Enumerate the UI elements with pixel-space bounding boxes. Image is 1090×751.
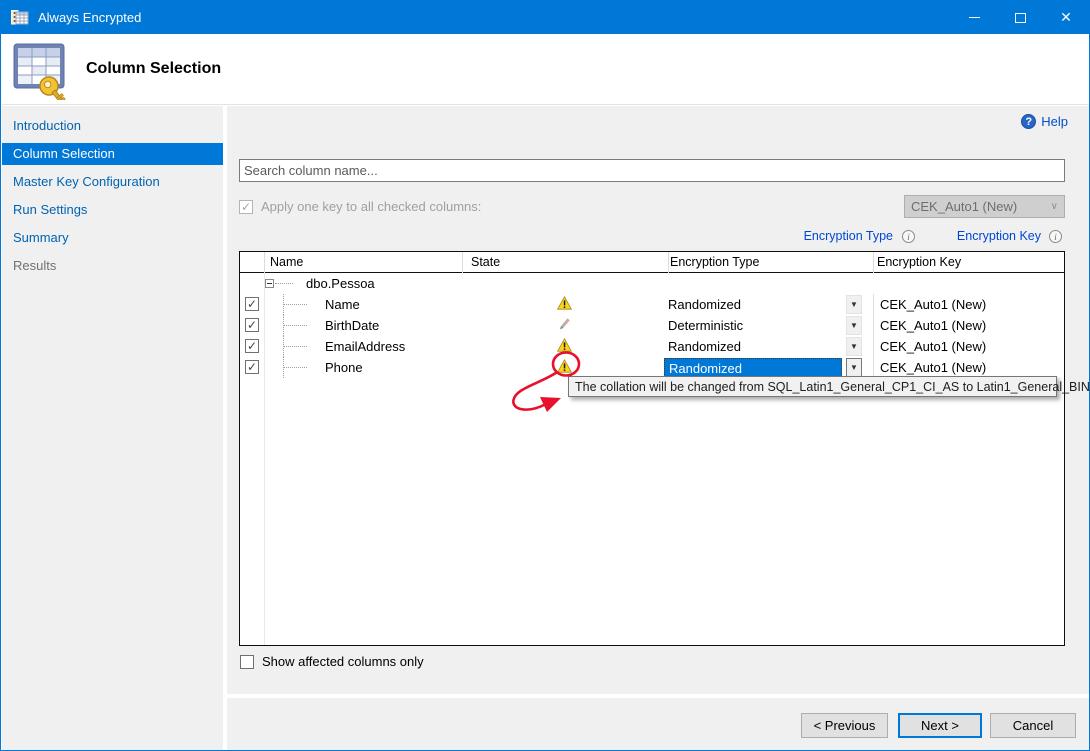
sidebar-item-master-key-configuration[interactable]: Master Key Configuration — [2, 171, 223, 193]
minimize-button[interactable] — [951, 1, 997, 34]
sidebar-item-results: Results — [2, 255, 223, 277]
show-affected-label: Show affected columns only — [262, 654, 424, 669]
row-checkbox[interactable]: ✓ — [245, 318, 259, 332]
encryption-type-value-selected[interactable]: Randomized — [664, 358, 842, 377]
encryption-key-value: CEK_Auto1 (New) — [880, 339, 986, 354]
sidebar-item-run-settings[interactable]: Run Settings — [2, 199, 223, 221]
encryption-key-link[interactable]: Encryption Key — [957, 229, 1041, 243]
encryption-type-dropdown-button[interactable]: ▼ — [846, 358, 862, 377]
previous-button[interactable]: < Previous — [801, 713, 888, 738]
help-label: Help — [1041, 114, 1068, 129]
header-encryption-key: Encryption Key — [877, 255, 961, 269]
always-encrypted-wizard-window: Always Encrypted ✕ Column Selec — [0, 0, 1090, 751]
sidebar-item-introduction[interactable]: Introduction — [2, 115, 223, 137]
sidebar-item-column-selection[interactable]: Column Selection — [2, 143, 223, 165]
close-button[interactable]: ✕ — [1043, 1, 1089, 34]
columns-table: Name State Encryption Type Encryption Ke… — [239, 251, 1065, 646]
show-affected-checkbox[interactable] — [240, 655, 254, 669]
page-title: Column Selection — [86, 60, 221, 78]
column-name: Name — [325, 297, 360, 312]
maximize-button[interactable] — [997, 1, 1043, 34]
column-name: EmailAddress — [325, 339, 405, 354]
apply-key-value: CEK_Auto1 (New) — [911, 199, 1017, 214]
table-key-icon — [11, 40, 69, 100]
encryption-type-dropdown-button[interactable]: ▼ — [846, 316, 862, 335]
always-encrypted-app-icon — [11, 10, 29, 26]
column-name: BirthDate — [325, 318, 379, 333]
minimize-icon — [969, 17, 980, 18]
warning-icon — [557, 338, 572, 355]
wizard-steps-sidebar: Introduction Column Selection Master Key… — [2, 106, 223, 751]
header-state: State — [471, 255, 500, 269]
sidebar-item-summary[interactable]: Summary — [2, 227, 223, 249]
cancel-button[interactable]: Cancel — [990, 713, 1076, 738]
encryption-type-value[interactable]: Randomized — [664, 337, 842, 356]
row-checkbox[interactable]: ✓ — [245, 360, 259, 374]
search-column-input[interactable] — [239, 159, 1065, 182]
encryption-type-value[interactable]: Deterministic — [664, 316, 842, 335]
encryption-key-value: CEK_Auto1 (New) — [880, 297, 986, 312]
table-header-row: Name State Encryption Type Encryption Ke… — [240, 252, 1064, 273]
apply-key-dropdown: CEK_Auto1 (New) ∨ — [904, 195, 1065, 218]
encryption-key-value: CEK_Auto1 (New) — [880, 318, 986, 333]
table-row-emailaddress: ✓ EmailAddress Randomized ▼ CEK_Auto1 (N… — [240, 336, 1064, 357]
tree-line — [275, 283, 293, 284]
window-title: Always Encrypted — [38, 10, 141, 25]
encryption-type-dropdown-button[interactable]: ▼ — [846, 295, 862, 314]
table-row-birthdate: ✓ BirthDate Deterministic ▼ CEK_Auto1 (N… — [240, 315, 1064, 336]
warning-icon — [557, 359, 572, 376]
warning-icon — [557, 296, 572, 313]
encryption-type-value[interactable]: Randomized — [664, 295, 842, 314]
collation-tooltip: The collation will be changed from SQL_L… — [568, 376, 1057, 397]
pencil-icon — [557, 317, 572, 334]
wizard-header: Column Selection — [2, 34, 1090, 105]
encryption-type-link[interactable]: Encryption Type — [804, 229, 893, 243]
question-circle-icon: ? — [1021, 114, 1036, 129]
header-name: Name — [270, 255, 303, 269]
chevron-down-icon: ∨ — [1051, 201, 1058, 212]
row-checkbox[interactable]: ✓ — [245, 339, 259, 353]
group-label: dbo.Pessoa — [306, 276, 375, 291]
encryption-type-info-icon[interactable]: i — [902, 230, 915, 243]
next-button[interactable]: Next > — [898, 713, 982, 738]
table-row-name: ✓ Name Randomized ▼ CEK_Auto1 (New) — [240, 294, 1064, 315]
collapse-expander-icon[interactable] — [265, 279, 274, 288]
table-row-phone: ✓ Phone Randomized ▼ CEK_Auto1 (New) — [240, 357, 1064, 378]
show-affected-columns-row: Show affected columns only — [240, 654, 424, 669]
encryption-key-info-icon[interactable]: i — [1049, 230, 1062, 243]
help-link[interactable]: ? Help — [1021, 114, 1068, 129]
header-encryption-type: Encryption Type — [670, 255, 759, 269]
title-bar: Always Encrypted ✕ — [1, 1, 1089, 34]
encryption-key-value: CEK_Auto1 (New) — [880, 360, 986, 375]
encryption-type-dropdown-button[interactable]: ▼ — [846, 337, 862, 356]
column-name: Phone — [325, 360, 363, 375]
apply-one-key-checkbox: ✓ — [239, 200, 253, 214]
maximize-icon — [1015, 13, 1026, 23]
column-selection-content: ? Help ✓ Apply one key to all checked co… — [227, 106, 1090, 694]
close-icon: ✕ — [1060, 9, 1072, 26]
row-checkbox[interactable]: ✓ — [245, 297, 259, 311]
apply-one-key-label: Apply one key to all checked columns: — [261, 199, 481, 214]
table-group-row: dbo.Pessoa — [240, 273, 1064, 294]
